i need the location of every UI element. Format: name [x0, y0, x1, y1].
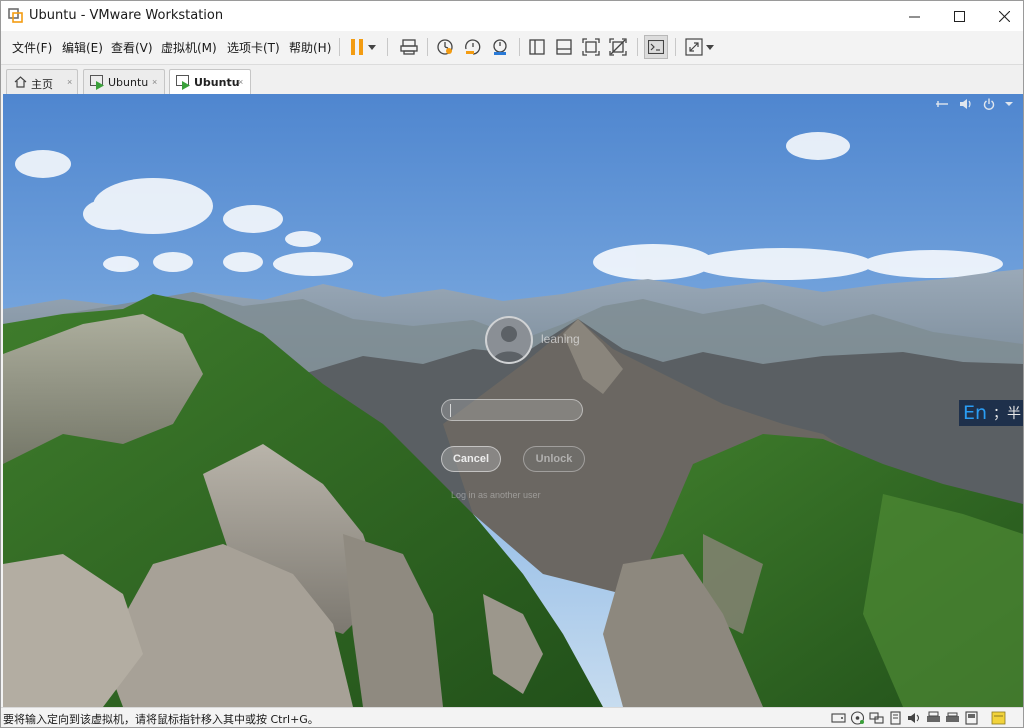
display-icon[interactable] — [945, 711, 960, 725]
minimize-button[interactable] — [891, 1, 937, 31]
revert-snapshot-button[interactable] — [461, 35, 485, 59]
user-silhouette-icon — [493, 326, 525, 362]
sidebar-toggle-icon — [529, 39, 545, 55]
tab-close-icon[interactable]: × — [152, 77, 157, 87]
vmware-window: Ubuntu - VMware Workstation 文件(F) 编辑(E) … — [0, 0, 1024, 728]
stretch-icon — [609, 38, 627, 56]
cd-dvd-icon[interactable] — [850, 711, 865, 725]
removable-device-icon[interactable] — [964, 711, 979, 725]
snapshot-manager-icon — [493, 39, 507, 55]
toolbar-separator — [339, 38, 340, 56]
tab-strip: 主页 × Ubuntu × Ubuntu × — [1, 64, 1023, 95]
power-icon[interactable] — [983, 98, 995, 110]
tab-home[interactable]: 主页 × — [6, 69, 78, 95]
take-snapshot-button[interactable] — [433, 35, 457, 59]
send-ctrl-alt-del-icon — [400, 39, 418, 55]
title-bar: Ubuntu - VMware Workstation — [1, 1, 1023, 31]
tab-close-icon[interactable]: × — [67, 77, 72, 87]
cancel-button[interactable]: Cancel — [441, 446, 501, 472]
minimize-icon — [908, 16, 920, 17]
fit-guest-icon — [582, 38, 600, 56]
snapshot-manager-button[interactable] — [488, 35, 512, 59]
window-title: Ubuntu - VMware Workstation — [29, 8, 224, 23]
console-view-icon — [648, 40, 664, 54]
toolbar-separator — [427, 38, 428, 56]
hard-disk-icon[interactable] — [831, 711, 846, 725]
toolbar-separator — [637, 38, 638, 56]
usb-icon[interactable] — [888, 711, 903, 725]
tab-label: 主页 — [31, 78, 53, 91]
thumbnail-bar-button[interactable] — [552, 35, 576, 59]
fullscreen-dropdown-icon — [706, 44, 714, 50]
dropdown-arrow-icon — [368, 44, 376, 50]
vm-console[interactable]: leaning Cancel Unlock Log in as another … — [3, 94, 1023, 707]
tab-vm-ubuntu-2[interactable]: Ubuntu × — [169, 69, 251, 95]
close-icon — [998, 10, 1010, 22]
menu-edit[interactable]: 编辑(E) — [62, 39, 103, 56]
ubuntu-top-panel-icons — [935, 98, 1013, 110]
user-avatar — [485, 316, 533, 364]
volume-icon[interactable] — [959, 98, 973, 110]
tab-label: Ubuntu — [194, 76, 240, 89]
thumbnail-bar-icon — [556, 39, 572, 55]
vm-running-icon — [90, 75, 104, 90]
sound-icon[interactable] — [907, 711, 922, 725]
maximize-button[interactable] — [936, 1, 982, 31]
input-hint-text: 要将输入定向到该虚拟机，请将鼠标指针移入其中或按 Ctrl+G。 — [3, 713, 319, 726]
fit-guest-button[interactable] — [579, 35, 603, 59]
menu-tabs[interactable]: 选项卡(T) — [227, 39, 280, 56]
tab-label: Ubuntu — [108, 76, 149, 89]
tab-close-icon[interactable]: × — [238, 77, 243, 87]
close-button[interactable] — [981, 1, 1024, 31]
fullscreen-icon — [685, 38, 703, 56]
maximize-icon — [953, 10, 965, 22]
toolbar-separator — [519, 38, 520, 56]
text-caret — [450, 404, 451, 417]
vmware-logo-icon — [8, 8, 23, 23]
stretch-guest-button[interactable] — [606, 35, 630, 59]
menu-view[interactable]: 查看(V) — [111, 39, 153, 56]
menu-help[interactable]: 帮助(H) — [289, 39, 331, 56]
menu-file[interactable]: 文件(F) — [12, 39, 52, 56]
ime-mode: ；半 — [993, 406, 1022, 422]
vm-running-icon — [176, 75, 190, 90]
network-adapter-icon[interactable] — [869, 711, 884, 725]
snapshot-take-icon — [437, 39, 453, 55]
chevron-down-icon[interactable] — [1005, 98, 1013, 110]
fullscreen-dropdown-button[interactable] — [703, 35, 717, 59]
home-icon — [14, 76, 27, 88]
username-label: leaning — [541, 332, 580, 346]
send-ctrl-alt-del-button[interactable] — [397, 35, 421, 59]
message-icon[interactable] — [991, 711, 1006, 725]
password-input[interactable] — [441, 399, 583, 421]
pause-icon — [351, 39, 363, 55]
menu-toolbar: 文件(F) 编辑(E) 查看(V) 虚拟机(M) 选项卡(T) 帮助(H) — [1, 31, 1023, 63]
toolbar-separator — [387, 38, 388, 56]
console-view-button[interactable] — [644, 35, 668, 59]
printer-icon[interactable] — [926, 711, 941, 725]
snapshot-revert-icon — [465, 39, 481, 55]
menu-vm[interactable]: 虚拟机(M) — [161, 39, 217, 56]
power-dropdown-button[interactable] — [365, 35, 379, 59]
network-icon[interactable] — [935, 98, 949, 110]
tab-vm-ubuntu-1[interactable]: Ubuntu × — [83, 69, 165, 95]
ime-language: En — [963, 402, 988, 424]
login-another-user-link[interactable]: Log in as another user — [451, 490, 541, 500]
toolbar-separator — [675, 38, 676, 56]
ime-indicator[interactable]: En ；半 — [959, 400, 1023, 426]
library-toggle-button[interactable] — [525, 35, 549, 59]
unlock-button[interactable]: Unlock — [523, 446, 585, 472]
status-bar: 要将输入定向到该虚拟机，请将鼠标指针移入其中或按 Ctrl+G。 — [1, 707, 1023, 727]
